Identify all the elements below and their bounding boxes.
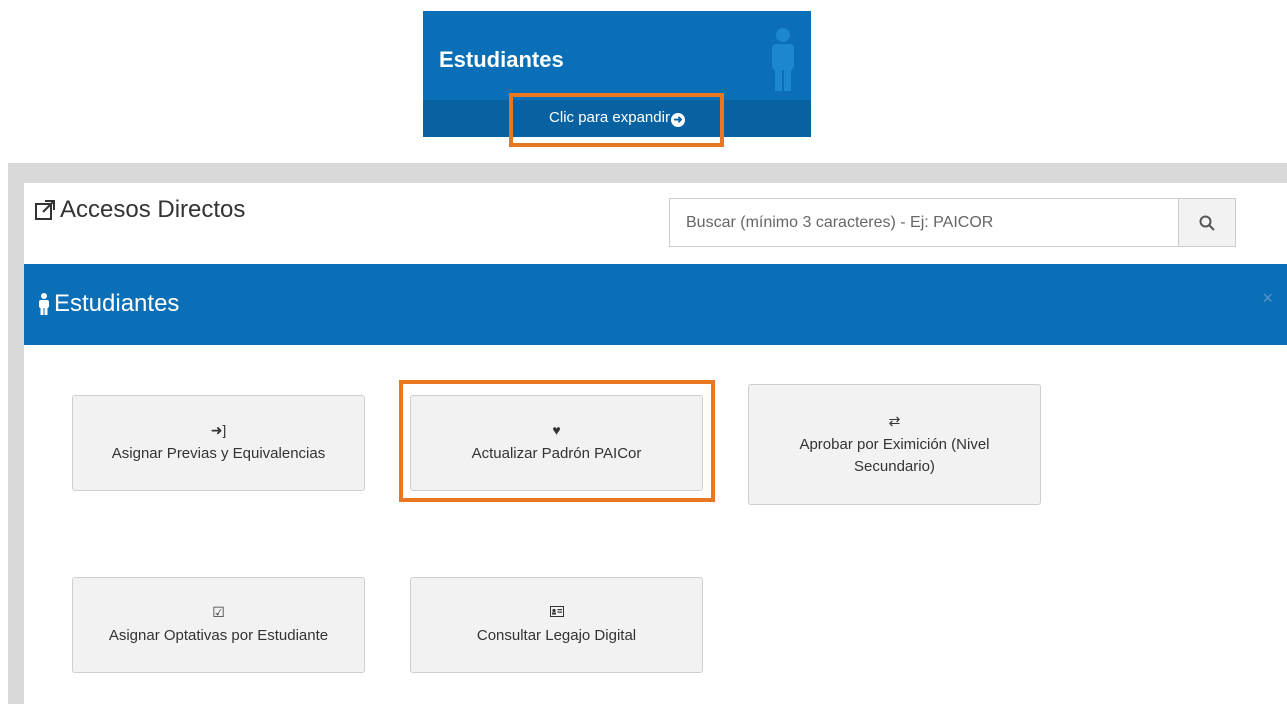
sign-in-icon: ➜] [210, 422, 227, 438]
exchange-icon: ⇄ [888, 412, 901, 429]
asignar-previas-button[interactable]: ➜] Asignar Previas y Equivalencias [72, 395, 365, 491]
section-title-text: Estudiantes [54, 290, 180, 317]
tile-footer: Clic para expandir ➜ [423, 100, 811, 137]
panel-title: Accesos Directos [34, 196, 245, 224]
person-icon [39, 293, 49, 315]
check-square-icon: ☑ [212, 604, 225, 620]
person-icon [772, 28, 794, 91]
panel-title-text: Accesos Directos [60, 196, 246, 223]
section-header: Estudiantes × [24, 264, 1287, 345]
button-label: Aprobar por Eximición (Nivel Secundario) [799, 435, 990, 475]
close-button[interactable]: × [1262, 288, 1273, 309]
tile-title: Estudiantes [439, 47, 564, 72]
search-button[interactable] [1178, 198, 1236, 247]
button-label: Actualizar Padrón PAICor [471, 445, 642, 462]
consultar-legajo-button[interactable]: Consultar Legajo Digital [410, 577, 703, 673]
section-title: Estudiantes [38, 290, 179, 318]
heart-icon: ♥ [552, 422, 561, 438]
external-link-icon [35, 200, 55, 220]
button-label: Asignar Previas y Equivalencias [111, 445, 326, 462]
asignar-optativas-button[interactable]: ☑ Asignar Optativas por Estudiante [72, 577, 365, 673]
actualizar-padron-button[interactable]: ♥ Actualizar Padrón PAICor [410, 395, 703, 491]
expand-label: Clic para expandir [549, 109, 670, 126]
search-input[interactable] [669, 198, 1178, 247]
arrow-circle-right-icon: ➜ [670, 113, 685, 127]
search-icon [1199, 215, 1215, 231]
button-label: Consultar Legajo Digital [476, 627, 637, 644]
students-tile[interactable]: Estudiantes Clic para expandir ➜ [423, 11, 811, 137]
button-label: Asignar Optativas por Estudiante [108, 627, 329, 644]
search-group [669, 198, 1236, 247]
id-card-icon [549, 603, 564, 621]
aprobar-eximicion-button[interactable]: ⇄ Aprobar por Eximición (Nivel Secundari… [748, 384, 1041, 505]
expand-link[interactable]: Clic para expandir ➜ [516, 103, 718, 132]
